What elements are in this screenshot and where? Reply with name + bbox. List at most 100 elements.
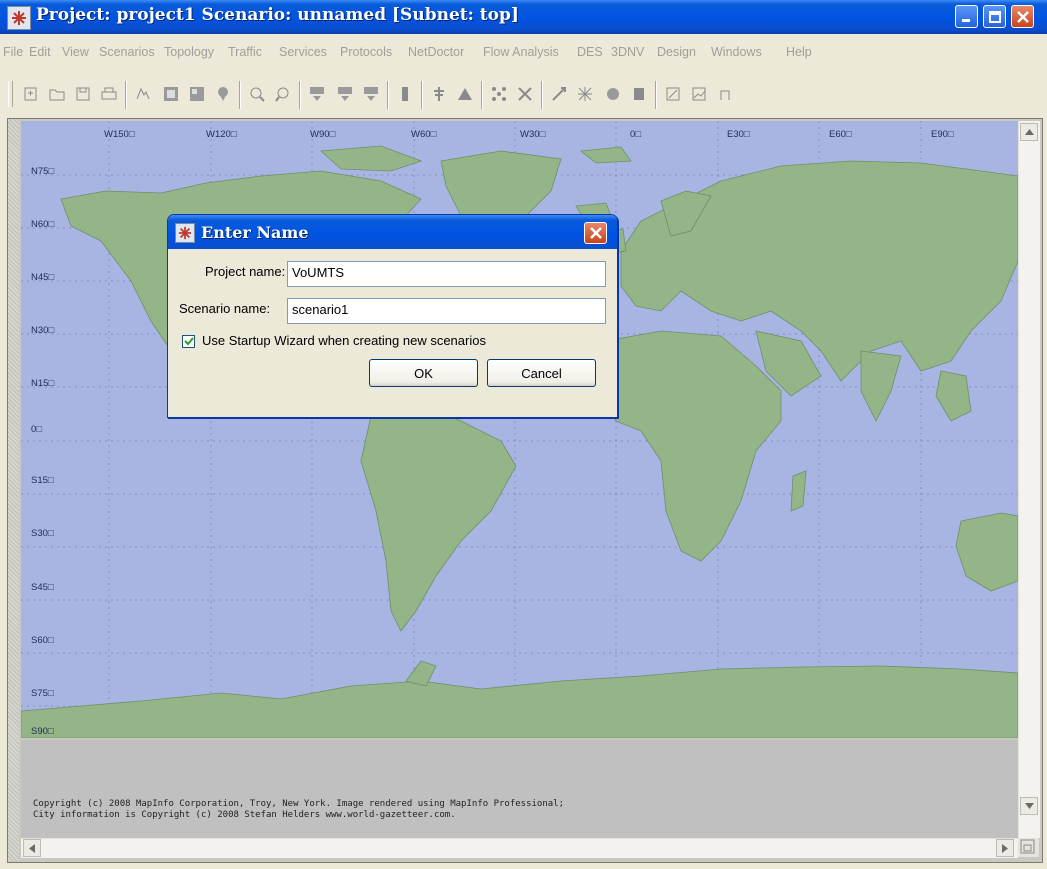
horizontal-scrollbar[interactable] [21, 838, 1018, 858]
save-icon [76, 87, 90, 101]
location-button[interactable] [210, 81, 236, 107]
zoom-in-icon [250, 87, 265, 102]
scroll-down-button[interactable] [1020, 797, 1038, 815]
menu-traffic[interactable]: Traffic [228, 45, 262, 59]
dialog-title: Enter Name [201, 223, 309, 242]
triangle-icon [458, 88, 472, 100]
hand-icon [720, 90, 730, 100]
menu-des[interactable]: DES [577, 45, 603, 59]
menu-netdoctor[interactable]: NetDoctor [408, 45, 464, 59]
dfe-icon [338, 87, 352, 101]
vne-icon [364, 87, 378, 101]
toolbar-grip[interactable] [8, 81, 13, 107]
scenario-name-field[interactable]: scenario1 [287, 298, 606, 324]
tree-button[interactable] [426, 81, 452, 107]
arrow-left-icon [29, 843, 35, 853]
menu-edit[interactable]: Edit [29, 45, 51, 59]
scroll-right-button[interactable] [996, 839, 1014, 857]
minimize-button[interactable] [955, 5, 978, 28]
open-button[interactable] [44, 81, 70, 107]
longitude-label: W120□ [206, 129, 237, 140]
minimize-icon [962, 19, 970, 22]
dialog-app-icon [175, 223, 195, 243]
zoom-out-button[interactable] [270, 81, 296, 107]
toolbar-separator [125, 81, 127, 109]
menu-3dnv[interactable]: 3DNV [611, 45, 644, 59]
print-icon [101, 87, 117, 100]
latitude-label: N60□ [31, 219, 55, 230]
vertical-scrollbar[interactable] [1018, 121, 1040, 838]
scrollbar-corner[interactable] [1018, 838, 1039, 857]
menu-windows[interactable]: Windows [711, 45, 762, 59]
longitude-label: W30□ [520, 129, 546, 140]
menu-view[interactable]: View [62, 45, 89, 59]
copyright-line: City information is Copyright (c) 2008 S… [33, 810, 456, 820]
ok-button[interactable]: OK [369, 359, 478, 387]
project-name-field[interactable]: VoUMTS [287, 261, 606, 287]
menu-protocols[interactable]: Protocols [340, 45, 392, 59]
menu-help[interactable]: Help [786, 45, 812, 59]
map-footer-area [21, 740, 1018, 838]
toolbar-separator [481, 81, 483, 109]
hide-button[interactable] [712, 81, 738, 107]
new-object-button[interactable] [18, 81, 44, 107]
failed-nodes-icon [518, 87, 532, 101]
app-icon[interactable] [7, 6, 31, 30]
link-button[interactable] [546, 81, 572, 107]
close-button[interactable] [1011, 5, 1034, 28]
dialog-body: Project name: VoUMTS Scenario name: scen… [171, 249, 614, 415]
print-button[interactable] [96, 81, 122, 107]
startup-wizard-checkbox[interactable] [182, 335, 195, 348]
mesh-button[interactable] [572, 81, 598, 107]
object-button-2[interactable] [184, 81, 210, 107]
nodes-icon [492, 87, 506, 101]
menu-design[interactable]: Design [657, 45, 696, 59]
ace-icon [310, 87, 324, 101]
longitude-label: 0□ [630, 129, 642, 140]
cancel-button[interactable]: Cancel [487, 359, 596, 387]
latitude-label: S75□ [31, 688, 54, 699]
scroll-left-button[interactable] [23, 839, 41, 857]
triangle-button[interactable] [452, 81, 478, 107]
toolbar-separator [655, 81, 657, 109]
failed-nodes-button[interactable] [512, 81, 538, 107]
menu-flow-analysis[interactable]: Flow Analysis [483, 45, 559, 59]
latitude-label: S15□ [31, 475, 54, 486]
project-name-label: Project name: [205, 264, 286, 279]
menu-topology[interactable]: Topology [164, 45, 214, 59]
menu-services[interactable]: Services [279, 45, 327, 59]
palette-button[interactable] [130, 81, 156, 107]
latitude-label: S45□ [31, 582, 54, 593]
object-button-1[interactable] [158, 81, 184, 107]
run-button[interactable] [392, 81, 418, 107]
longitude-label: W60□ [411, 129, 437, 140]
close-icon [589, 227, 602, 239]
save-button[interactable] [70, 81, 96, 107]
maximize-icon [988, 10, 1001, 23]
tree-icon [434, 87, 444, 101]
menu-file[interactable]: File [3, 45, 23, 59]
toolbar-separator [299, 81, 301, 109]
latitude-label: N15□ [31, 378, 55, 389]
title-bar[interactable]: Project: project1 Scenario: unnamed [Sub… [0, 0, 1047, 34]
checkmark-icon [183, 337, 194, 346]
resize-grip-icon [1020, 839, 1035, 854]
zoom-in-button[interactable] [244, 81, 270, 107]
maximize-button[interactable] [983, 5, 1006, 28]
ace-button[interactable] [304, 81, 330, 107]
graph-button[interactable] [686, 81, 712, 107]
menu-scenarios[interactable]: Scenarios [99, 45, 155, 59]
module-button[interactable] [626, 81, 652, 107]
scenario-name-label: Scenario name: [179, 301, 271, 316]
toolbar-separator [421, 81, 423, 109]
dialog-close-button[interactable] [584, 222, 607, 244]
toolbar [8, 77, 1043, 113]
edit-attributes-button[interactable] [660, 81, 686, 107]
web-button[interactable] [600, 81, 626, 107]
dialog-title-bar[interactable]: Enter Name [168, 215, 617, 249]
dfe-button[interactable] [332, 81, 358, 107]
nodes-button[interactable] [486, 81, 512, 107]
scroll-up-button[interactable] [1020, 123, 1038, 141]
vne-button[interactable] [358, 81, 384, 107]
window-title: Project: project1 Scenario: unnamed [Sub… [36, 5, 519, 25]
